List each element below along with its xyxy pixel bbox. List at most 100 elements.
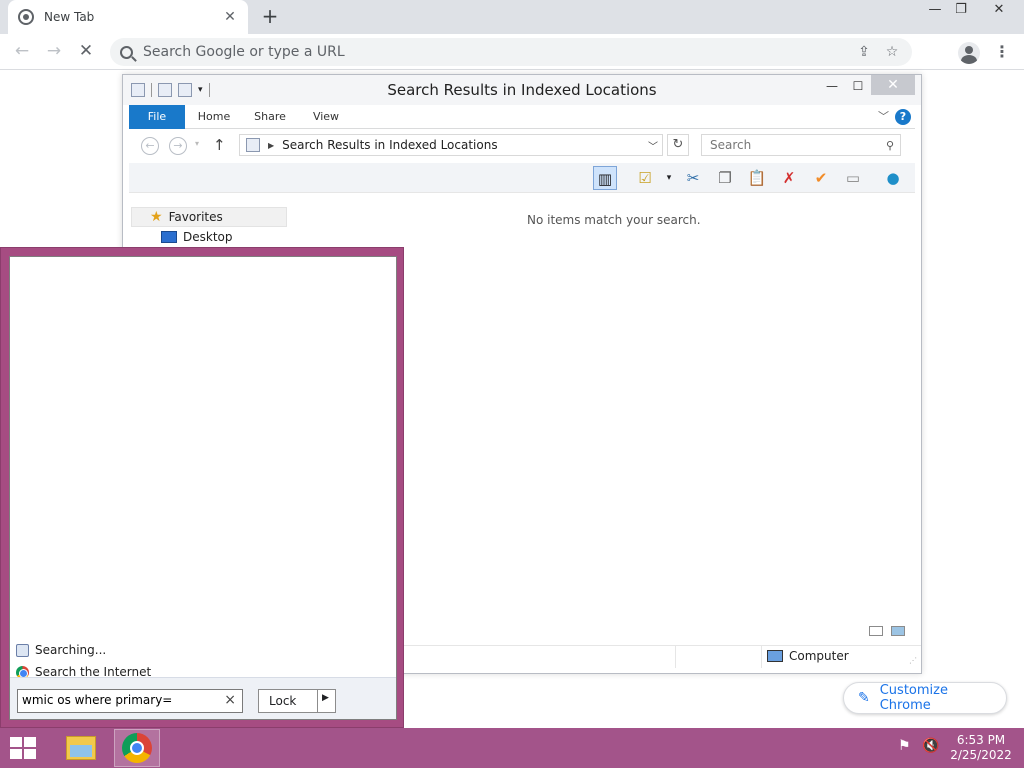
search-icon [120,45,133,59]
nav-desktop[interactable]: Desktop [131,227,287,247]
start-search-input[interactable]: wmic os where primary= × [17,689,243,713]
ribbon-tab-home[interactable]: Home [189,105,239,129]
chrome-taskbar-button[interactable] [114,729,160,767]
explorer-back-icon[interactable]: ← [141,137,159,155]
explorer-maximize-button[interactable]: ☐ [843,75,873,97]
share-icon[interactable]: ⇪ [854,44,874,60]
volume-muted-icon[interactable]: 🔇 [922,738,939,754]
search-icon [16,643,29,657]
address-bar-row: ← → ▾ ↑ ▶ Search Results in Indexed Loca… [129,129,915,163]
omnibox-placeholder[interactable]: Search Google or type a URL [143,44,846,60]
select-dropdown-icon[interactable]: ▾ [657,166,681,190]
details-view-icon[interactable] [869,626,883,636]
clock-date: 2/25/2022 [950,748,1012,762]
refresh-icon[interactable]: ↻ [667,134,689,156]
start-menu: Searching... Search the Internet wmic os… [0,247,404,728]
ribbon-expand-icon[interactable]: ﹀ [878,108,889,124]
start-tile [10,749,22,759]
tab-strip: New Tab ✕ + — ❐ ✕ [0,0,1024,34]
profile-avatar-icon[interactable] [958,42,980,64]
power-options-arrow-icon[interactable]: ▶ [322,693,329,703]
stop-loading-icon[interactable]: ✕ [74,40,98,64]
lock-label[interactable]: Lock [269,694,296,708]
system-clock[interactable]: 6:53 PM 2/25/2022 [946,733,1016,763]
explorer-search-icon[interactable]: ⚲ [886,139,894,152]
result-searching-label: Searching... [35,643,107,657]
status-divider [675,646,676,668]
status-computer: Computer [767,649,849,663]
forward-icon[interactable]: → [42,40,66,64]
omnibox[interactable]: Search Google or type a URL ⇪ ☆ [110,38,912,66]
restore-button[interactable]: ❐ [946,0,976,22]
new-tab-button[interactable]: + [259,6,281,28]
browser-toolbar: ← → ✕ Search Google or type a URL ⇪ ☆ ⋮ [0,34,1024,70]
command-bar: ▥ ☑ ▾ ✂ ❐ 📋 ✗ ✔ ▭ ● [129,163,915,193]
customize-chrome-button[interactable]: ✎ Customize Chrome [843,682,1007,714]
help-icon[interactable]: ? [895,109,911,125]
file-explorer-taskbar-button[interactable] [58,729,104,767]
status-divider-2 [761,646,762,668]
clear-search-icon[interactable]: × [224,692,236,708]
folder-icon [66,736,96,760]
start-menu-bottom: wmic os where primary= × Lock ▶ [10,677,396,719]
network-icon[interactable]: ⚑ [898,738,911,754]
nav-favorites-label: Favorites [168,210,223,224]
result-searching: Searching... [16,639,151,661]
ribbon-tabs: File Home Share View ﹀ ? [129,105,915,129]
navigation-pane: ★ Favorites Desktop [131,207,287,247]
menu-kebab-icon[interactable]: ⋮ [994,42,1010,61]
lock-button[interactable]: Lock ▶ [258,689,336,713]
nav-desktop-label: Desktop [183,230,233,244]
pencil-icon: ✎ [858,690,870,706]
nav-favorites[interactable]: ★ Favorites [131,207,287,227]
back-icon[interactable]: ← [10,40,34,64]
large-icons-view-icon[interactable] [891,626,905,636]
tab-new-tab[interactable]: New Tab ✕ [8,0,248,34]
resize-grip-icon[interactable]: ⋰ [909,656,917,665]
favorites-star-icon: ★ [150,209,163,225]
tab-close-icon[interactable]: ✕ [222,9,238,25]
delete-icon[interactable]: ✗ [777,166,801,190]
bookmark-star-icon[interactable]: ☆ [882,44,902,60]
address-text: Search Results in Indexed Locations [282,138,498,152]
explorer-search-field[interactable]: Search ⚲ [701,134,901,156]
taskbar: ⚑ 🔇 6:53 PM 2/25/2022 [0,728,1024,768]
breadcrumb-arrow-icon[interactable]: ▶ [268,141,274,150]
ribbon-tab-share[interactable]: Share [245,105,295,129]
preview-pane-icon[interactable]: ▥ [593,166,617,190]
desktop-icon [161,231,177,243]
start-search-value[interactable]: wmic os where primary= [22,693,172,707]
start-tile [10,737,22,747]
chrome-icon [122,733,152,763]
ribbon-tab-file[interactable]: File [129,105,185,129]
address-dropdown-icon[interactable]: ﹀ [648,138,658,153]
customize-chrome-label[interactable]: Customize Chrome [880,683,992,713]
close-button[interactable]: ✕ [984,0,1014,22]
start-menu-panel: Searching... Search the Internet wmic os… [9,256,397,720]
copy-icon[interactable]: ❐ [713,166,737,190]
explorer-search-placeholder: Search [710,138,752,152]
view-buttons [869,626,905,636]
up-icon[interactable]: ↑ [213,136,226,154]
start-tile [24,737,36,747]
explorer-forward-icon[interactable]: → [169,137,187,155]
status-computer-label: Computer [789,649,849,663]
check-icon[interactable]: ✔ [809,166,833,190]
address-field[interactable]: ▶ Search Results in Indexed Locations ﹀ [239,134,663,156]
cut-icon[interactable]: ✂ [681,166,705,190]
start-tile [24,749,36,759]
explorer-title: Search Results in Indexed Locations [387,81,657,99]
windows-start-icon[interactable] [10,737,38,761]
paste-icon[interactable]: 📋 [745,166,769,190]
select-all-icon[interactable]: ☑ [633,166,657,190]
empty-message: No items match your search. [527,213,701,227]
rename-icon[interactable]: ▭ [841,166,865,190]
computer-icon [767,650,783,662]
lock-separator [317,690,318,712]
globe-icon[interactable]: ● [881,166,905,190]
ribbon-tab-view[interactable]: View [301,105,351,129]
clock-time: 6:53 PM [956,733,1006,747]
chrome-favicon-icon [18,9,34,25]
recent-locations-icon[interactable]: ▾ [195,139,199,148]
explorer-close-button[interactable]: ✕ [871,75,915,95]
